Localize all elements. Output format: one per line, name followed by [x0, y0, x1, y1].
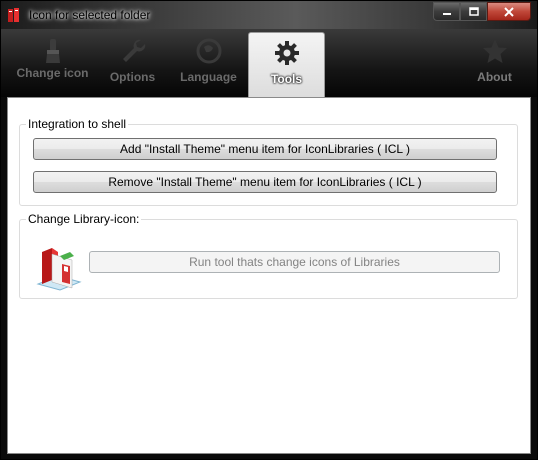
minimize-button[interactable]: [433, 2, 460, 21]
title-bar[interactable]: Icon for selected folder: [1, 1, 537, 29]
maximize-button[interactable]: [460, 2, 487, 21]
library-group-title: Change Library-icon:: [26, 212, 142, 226]
star-icon: [482, 39, 507, 63]
app-window: Icon for selected folder Change icon Opt…: [0, 0, 538, 460]
tab-options-label: Options: [109, 70, 156, 84]
close-button[interactable]: [487, 2, 531, 21]
gear-icon: [274, 41, 299, 65]
globe-icon: [196, 38, 221, 64]
minimize-icon: [442, 12, 451, 15]
tab-options[interactable]: Options: [95, 31, 170, 97]
tab-tools[interactable]: Tools: [248, 32, 325, 99]
tab-bar: Change icon Options Language Tools About: [1, 29, 537, 99]
close-icon: [504, 6, 514, 17]
tab-about[interactable]: About: [457, 31, 532, 97]
add-install-theme-button[interactable]: Add "Install Theme" menu item for IconLi…: [33, 138, 497, 160]
run-library-icon-tool-button[interactable]: Run tool thats change icons of Libraries: [89, 251, 500, 273]
integration-group: Integration to shell Add "Install Theme"…: [19, 117, 518, 206]
tab-language-label: Language: [180, 70, 237, 84]
brush-icon: [45, 39, 60, 63]
tools-panel: Integration to shell Add "Install Theme"…: [7, 97, 531, 454]
window-title: Icon for selected folder: [29, 8, 151, 22]
app-folder-icon: [8, 8, 19, 22]
tab-change-icon-label: Change icon: [16, 66, 89, 80]
library-books-icon: [36, 248, 82, 291]
tab-tools-label: Tools: [270, 72, 303, 86]
library-group: Change Library-icon: Run tool thats chan…: [19, 212, 518, 299]
maximize-icon: [468, 7, 479, 16]
tab-about-label: About: [477, 70, 512, 84]
integration-group-title: Integration to shell: [26, 117, 129, 131]
tab-language[interactable]: Language: [171, 31, 246, 97]
wrench-icon: [122, 39, 145, 62]
caption-buttons: [433, 2, 531, 21]
remove-install-theme-button[interactable]: Remove "Install Theme" menu item for Ico…: [33, 171, 497, 193]
tab-change-icon[interactable]: Change icon: [15, 31, 90, 97]
